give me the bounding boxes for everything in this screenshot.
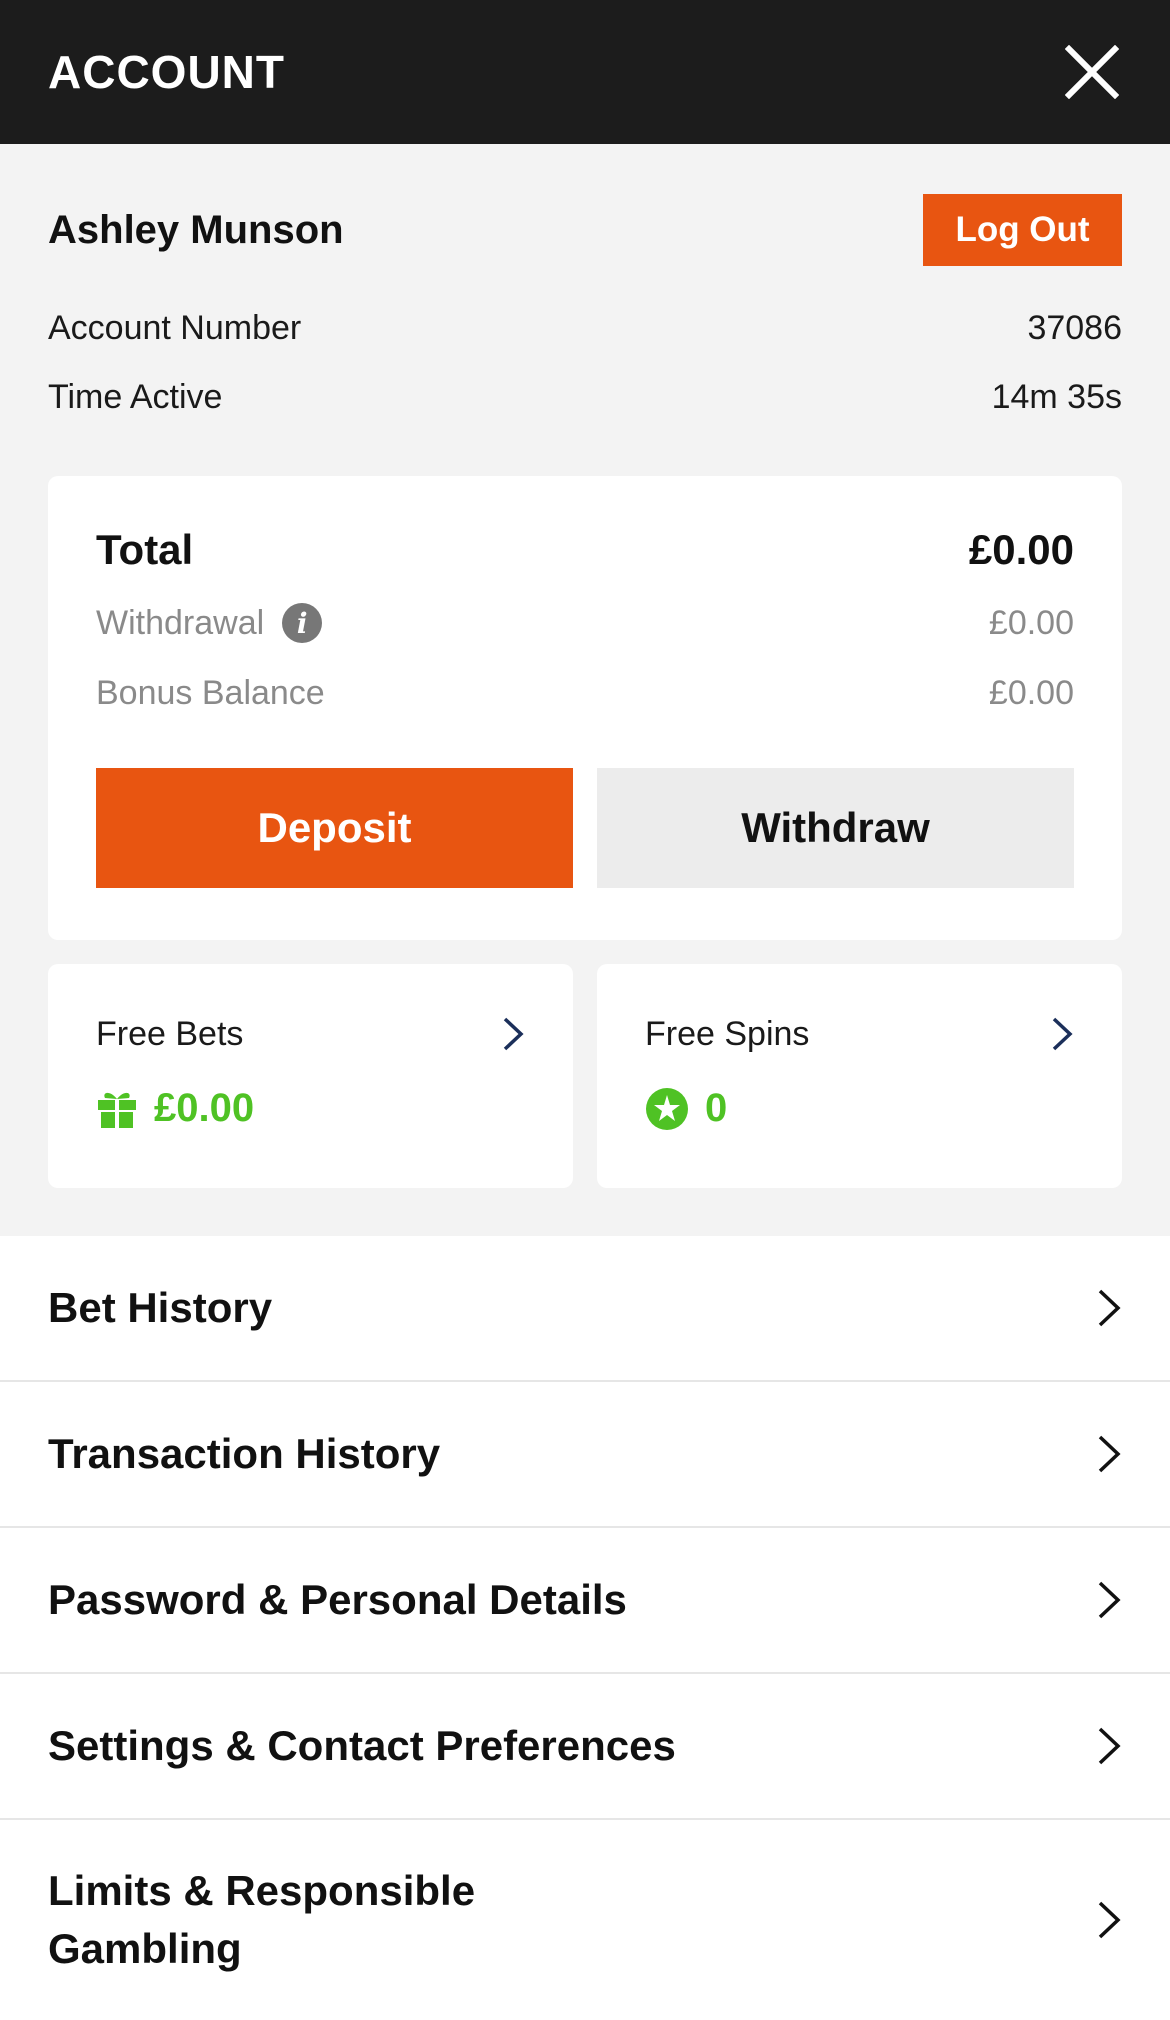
free-spins-label: Free Spins — [645, 1014, 810, 1053]
chevron-right-icon — [1098, 1901, 1121, 1939]
free-spins-header: Free Spins — [645, 1004, 1074, 1064]
withdrawal-row: Withdrawal i £0.00 — [96, 588, 1074, 658]
user-name: Ashley Munson — [48, 207, 344, 252]
time-active-row: Time Active 14m 35s — [48, 363, 1122, 432]
balance-actions: Deposit Withdraw — [96, 768, 1074, 888]
total-label: Total — [96, 526, 194, 573]
account-number-row: Account Number 37086 — [48, 294, 1122, 363]
gift-icon — [98, 1092, 136, 1128]
menu-item-transaction-history[interactable]: Transaction History — [0, 1382, 1170, 1528]
bonus-balance-row: Bonus Balance £0.00 — [96, 658, 1074, 728]
free-spins-value-row: 0 — [645, 1086, 1074, 1131]
free-bets-value: £0.00 — [154, 1086, 255, 1130]
time-active-value: 14m 35s — [991, 378, 1122, 416]
menu-item-limits-responsible-gambling[interactable]: Limits & Responsible Gambling — [0, 1820, 1170, 2020]
chevron-right-icon — [1098, 1435, 1121, 1473]
menu-item-bet-history[interactable]: Bet History — [0, 1236, 1170, 1382]
user-row: Ashley Munson Log Out — [48, 144, 1122, 316]
free-spins-value: 0 — [705, 1086, 728, 1130]
bonus-balance-value: £0.00 — [988, 673, 1074, 712]
chevron-right-icon — [1052, 1017, 1073, 1051]
logout-button[interactable]: Log Out — [923, 194, 1122, 266]
total-value: £0.00 — [968, 526, 1074, 573]
page-title: ACCOUNT — [48, 46, 285, 98]
chevron-right-icon — [503, 1017, 524, 1051]
menu-item-password-personal-details[interactable]: Password & Personal Details — [0, 1528, 1170, 1674]
withdraw-button[interactable]: Withdraw — [597, 768, 1074, 888]
menu-item-label: Password & Personal Details — [48, 1576, 627, 1623]
free-bets-value-row: £0.00 — [96, 1086, 525, 1131]
menu-item-label: Settings & Contact Preferences — [48, 1722, 676, 1769]
free-bets-header: Free Bets — [96, 1004, 525, 1064]
chevron-right-icon — [1098, 1727, 1121, 1765]
free-spins-card[interactable]: Free Spins 0 — [597, 964, 1122, 1188]
menu-item-settings-contact-preferences[interactable]: Settings & Contact Preferences — [0, 1674, 1170, 1820]
free-bets-label: Free Bets — [96, 1014, 244, 1053]
info-icon[interactable]: i — [282, 603, 323, 643]
balance-card: Total £0.00 Withdrawal i £0.00 Bonus Bal… — [48, 476, 1122, 940]
chevron-right-icon — [1098, 1289, 1121, 1327]
close-icon — [1065, 45, 1119, 99]
deposit-button[interactable]: Deposit — [96, 768, 573, 888]
close-button[interactable] — [1062, 42, 1122, 102]
free-bets-card[interactable]: Free Bets £0.00 — [48, 964, 573, 1188]
withdrawal-value: £0.00 — [988, 603, 1074, 642]
app-header: ACCOUNT — [0, 0, 1170, 144]
menu-item-label: Bet History — [48, 1284, 273, 1331]
menu-item-label: Limits & Responsible Gambling — [48, 1867, 476, 1972]
total-row: Total £0.00 — [96, 520, 1074, 580]
account-number-label: Account Number — [48, 309, 302, 347]
withdrawal-label-group: Withdrawal i — [96, 603, 323, 643]
withdrawal-label: Withdrawal — [96, 603, 265, 642]
account-panel: Ashley Munson Log Out Account Number 370… — [0, 144, 1170, 1188]
account-menu: Bet History Transaction History Password… — [0, 1236, 1170, 2020]
chevron-right-icon — [1098, 1581, 1121, 1619]
account-number-value: 37086 — [1027, 309, 1122, 347]
spin-icon — [646, 1087, 688, 1130]
time-active-label: Time Active — [48, 378, 223, 416]
bonus-balance-label: Bonus Balance — [96, 673, 325, 712]
promo-row: Free Bets £0.00 Free Spins 0 — [48, 964, 1122, 1188]
menu-item-label: Transaction History — [48, 1430, 441, 1477]
